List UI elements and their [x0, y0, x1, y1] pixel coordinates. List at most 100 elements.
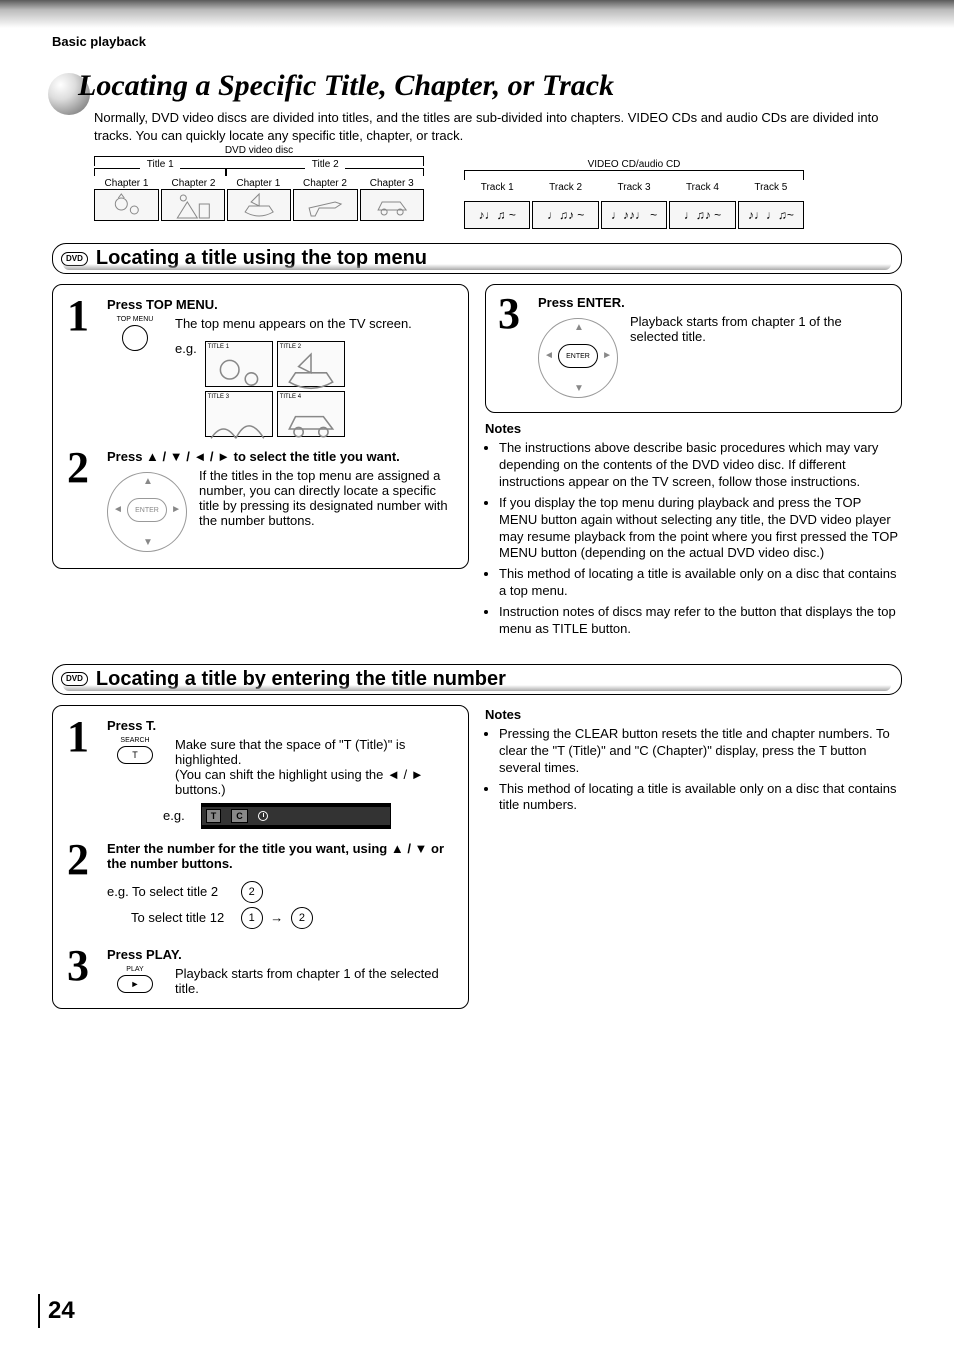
t: buttons.)	[175, 782, 226, 797]
step1-title: Press TOP MENU.	[107, 297, 454, 312]
s2-step3-desc: Playback starts from chapter 1 of the se…	[175, 966, 454, 996]
t: to select the title you want.	[230, 449, 400, 464]
s2-step1-title: Press T.	[107, 718, 454, 733]
dpad-icon: ENTER ▲ ▼ ◄ ►	[107, 472, 187, 552]
osd-t-cell: T	[206, 809, 222, 823]
section-1-step3-box: 3 Press ENTER. ENTER ▲ ▼ ◄ ►	[485, 284, 902, 413]
arrow-right-icon: →	[270, 910, 283, 925]
arrow-right-icon: ►	[602, 350, 612, 361]
notes-title: Notes	[485, 421, 902, 436]
page-title: Locating a Specific Title, Chapter, or T…	[78, 69, 902, 103]
arrows: ▲ / ▼ / ◄ / ►	[146, 449, 230, 464]
s2-step1-desc1: Make sure that the space of "T (Title)" …	[175, 737, 454, 767]
step-number-2: 2	[67, 449, 97, 556]
arrows: ▲ / ▼	[391, 841, 428, 856]
step1-desc: The top menu appears on the TV screen.	[175, 316, 454, 331]
arrows: ◄ / ►	[387, 767, 424, 782]
menu-tile-4: TITLE 4	[277, 391, 345, 437]
play-label: PLAY	[107, 966, 163, 973]
section-2-title: Locating a title by entering the title n…	[96, 668, 506, 691]
notes-title: Notes	[485, 707, 902, 722]
step-number-2: 2	[67, 841, 97, 935]
play-button-icon: PLAY ►	[107, 966, 163, 995]
dvd-badge-icon: DVD	[61, 252, 88, 266]
top-menu-label: TOP MENU	[107, 316, 163, 323]
osd-c-cell: C	[231, 809, 248, 823]
track-label: Track 4	[669, 182, 735, 193]
thumb-car-icon	[360, 189, 424, 221]
s2-step1-desc2: (You can shift the highlight using the ◄…	[175, 767, 454, 797]
note-item: Instruction notes of discs may refer to …	[499, 604, 902, 638]
step3-desc: Playback starts from chapter 1 of the se…	[630, 314, 889, 344]
thumb-ship-icon	[227, 189, 291, 221]
menu-tile-3: TITLE 3	[205, 391, 273, 437]
section-1-header: DVD Locating a title using the top menu	[52, 243, 902, 274]
step-number-3: 3	[498, 295, 528, 402]
section-2-notes: Notes Pressing the CLEAR button resets t…	[485, 707, 902, 814]
dvd-disc-diagram: DVD video disc Title 1 Title 2 Chapter 1…	[94, 156, 424, 229]
dvd-label: DVD video disc	[209, 145, 309, 156]
dpad-enter-icon: ENTER ▲ ▼ ◄ ►	[538, 318, 618, 398]
ch-label: Chapter 2	[293, 178, 358, 189]
search-t-button-icon: SEARCH T	[107, 737, 163, 766]
section-2-header: DVD Locating a title by entering the tit…	[52, 664, 902, 695]
section-1-notes: Notes The instructions above describe ba…	[485, 421, 902, 638]
note-item: If you display the top menu during playb…	[499, 495, 902, 563]
arrow-right-icon: ►	[171, 504, 181, 515]
title2-label: Title 2	[305, 159, 345, 170]
music-notes-icon: ♩♫♪ ~	[532, 201, 598, 229]
music-notes-icon: ♪♩♩♫~	[738, 201, 804, 229]
top-gradient	[0, 0, 954, 28]
arrow-up-icon: ▲	[574, 322, 584, 333]
track-label: Track 2	[532, 182, 598, 193]
menu-tile-2: TITLE 2	[277, 341, 345, 387]
music-notes-icon: ♩♫♪ ~	[669, 201, 735, 229]
step-number-1: 1	[67, 297, 97, 437]
step-number-3: 3	[67, 947, 97, 996]
ch-label: Chapter 1	[94, 178, 159, 189]
dvd-badge-icon: DVD	[61, 672, 88, 686]
track-label: Track 1	[464, 182, 530, 193]
tv-menu-example: TITLE 1 TITLE 2 TITLE 3 TITLE 4	[205, 341, 345, 437]
ch-label: Chapter 1	[226, 178, 291, 189]
number-2-button-icon: 2	[291, 907, 313, 929]
arrow-up-icon: ▲	[143, 476, 153, 487]
eg-line1-label: e.g. To select title 2	[107, 879, 237, 905]
dpad-center-label: ENTER	[558, 344, 598, 368]
number-2-button-icon: 2	[241, 881, 263, 903]
t-label: T	[132, 750, 138, 760]
intro-text: Normally, DVD video discs are divided in…	[94, 109, 902, 144]
section-1-title: Locating a title using the top menu	[96, 247, 427, 270]
arrow-down-icon: ▼	[143, 537, 153, 548]
page-number: 24	[38, 1294, 75, 1328]
eg-label: e.g.	[163, 808, 185, 823]
track-label: Track 5	[738, 182, 804, 193]
breadcrumb: Basic playback	[52, 34, 902, 49]
thumb-castle-icon	[161, 189, 226, 221]
title1-label: Title 1	[140, 159, 180, 170]
cd-diagram: VIDEO CD/audio CD Track 1 Track 2 Track …	[464, 170, 804, 229]
step-number-1: 1	[67, 718, 97, 829]
eg-line2-label: To select title 12	[107, 905, 237, 931]
note-item: This method of locating a title is avail…	[499, 566, 902, 600]
ch-label: Chapter 3	[359, 178, 424, 189]
arrow-left-icon: ◄	[544, 350, 554, 361]
step2-desc: If the titles in the top menu are assign…	[199, 468, 454, 528]
arrow-down-icon: ▼	[574, 383, 584, 394]
note-item: This method of locating a title is avail…	[499, 781, 902, 815]
music-notes-icon: ♩♪♪♩ ~	[601, 201, 667, 229]
s2-step3-title: Press PLAY.	[107, 947, 454, 962]
t: Press	[107, 449, 146, 464]
music-notes-icon: ♪♩♫ ~	[464, 201, 530, 229]
thumb-princess-icon	[94, 189, 159, 221]
step2-title: Press ▲ / ▼ / ◄ / ► to select the title …	[107, 449, 454, 464]
t: (You can shift the highlight using the	[175, 767, 387, 782]
step3-title: Press ENTER.	[538, 295, 889, 310]
cd-label: VIDEO CD/audio CD	[574, 159, 694, 170]
track-label: Track 3	[601, 182, 667, 193]
s2-step2-title: Enter the number for the title you want,…	[107, 841, 454, 871]
search-label: SEARCH	[107, 737, 163, 744]
eg-label: e.g.	[175, 341, 197, 356]
number-1-button-icon: 1	[241, 907, 263, 929]
osd-display: T C	[201, 803, 391, 829]
